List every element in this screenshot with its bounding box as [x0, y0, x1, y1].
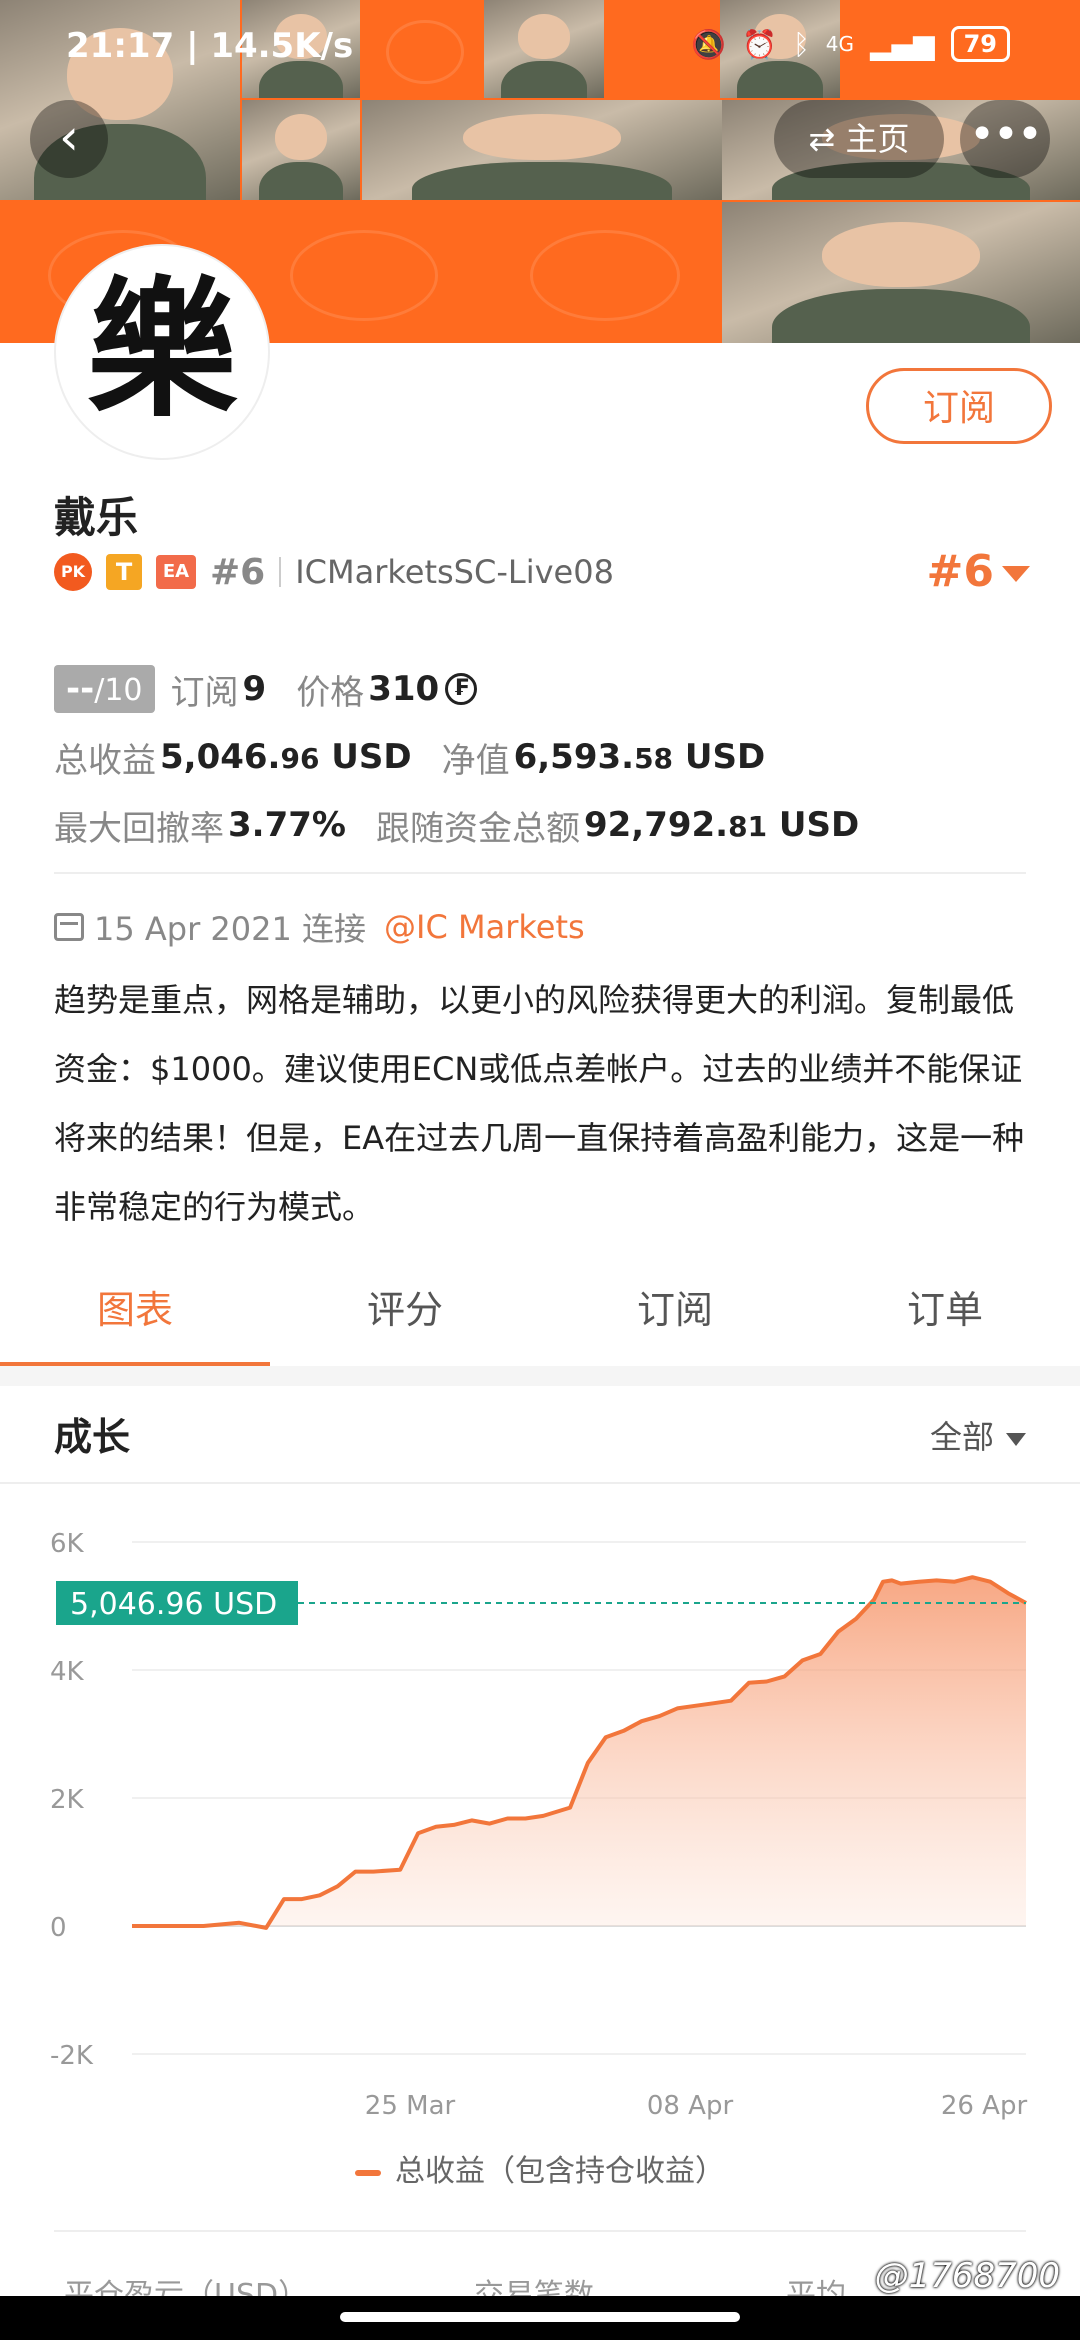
home-button[interactable]: ⇄ 主页	[774, 100, 944, 178]
calendar-icon	[54, 913, 84, 941]
section-title: 成长	[54, 1415, 131, 1459]
caret-down-icon	[1006, 1432, 1026, 1446]
section-spacer	[0, 1366, 1080, 1386]
more-icon: •••	[969, 109, 1043, 160]
mute-bell-icon: 🔕	[691, 27, 727, 61]
equity-value: 6,593.58 USD	[513, 737, 766, 777]
signal-icon: ▂▄▆	[869, 27, 935, 61]
status-time: 21:17 | 14.5K/s	[66, 26, 354, 66]
more-button[interactable]: •••	[960, 100, 1050, 178]
legend-swatch	[355, 2169, 381, 2176]
tab-subscriptions[interactable]: 订阅	[540, 1270, 810, 1366]
divider	[54, 872, 1026, 874]
avatar[interactable]: 樂	[56, 246, 268, 458]
x-tick-label: 26 Apr	[941, 2091, 1028, 2121]
status-bar: 21:17 | 14.5K/s 🔕 ⏰ ᛒ 4G ▂▄▆ 79	[0, 0, 1080, 96]
tab-orders[interactable]: 订单	[810, 1270, 1080, 1366]
banner-pattern	[242, 202, 480, 343]
subscriptions-value: 9	[242, 669, 267, 709]
range-selector[interactable]: 全部	[930, 1412, 1026, 1458]
server-name: ICMarketsSC-Live08	[295, 553, 614, 591]
coin-icon: ₣	[445, 673, 478, 705]
growth-chart[interactable]: 6K 4K 2K 0 -2K 25 Mar 08 Apr 26 Apr 5,046.96 U…	[0, 1490, 1080, 2130]
drawdown-value: 3.77%	[228, 805, 346, 845]
price-label: 价格	[296, 672, 365, 713]
broker-link[interactable]: @IC Markets	[384, 908, 585, 946]
y-tick-label: 2K	[50, 1785, 85, 1815]
banner-photo	[362, 100, 722, 200]
avatar-glyph: 樂	[86, 262, 237, 438]
banner-photo	[722, 202, 1080, 343]
growth-area	[132, 1577, 1026, 1928]
range-label: 全部	[929, 1418, 994, 1456]
price-value: 310	[368, 669, 440, 709]
banner-pattern	[482, 202, 722, 343]
banner-photo	[242, 100, 360, 200]
alarm-icon: ⏰	[742, 27, 777, 61]
back-icon: ‹	[59, 108, 79, 166]
badge-row: PK T EA #6 ICMarketsSC-Live08	[54, 550, 614, 594]
tab-bar: 图表 评分 订阅 订单	[0, 1270, 1080, 1368]
y-tick-label: 6K	[50, 1529, 85, 1559]
stats-row-1: --/10 订阅 9 价格 310 ₣	[54, 655, 1034, 723]
rank-selector[interactable]: #6	[927, 546, 1030, 597]
total-profit-label: 总收益	[54, 740, 156, 781]
tab-chart[interactable]: 图表	[0, 1270, 270, 1368]
home-indicator[interactable]	[340, 2312, 740, 2322]
total-profit-value: 5,046.96 USD	[160, 737, 412, 777]
caret-down-icon	[1002, 566, 1030, 582]
connect-date: 15 Apr 2021 连接	[94, 910, 367, 948]
battery-icon: 79	[950, 26, 1010, 62]
x-tick-label: 08 Apr	[647, 2091, 734, 2121]
rank-value: #6	[926, 546, 994, 597]
subscriptions-label: 订阅	[170, 672, 239, 713]
follow-funds-label: 跟随资金总额	[375, 808, 580, 849]
watermark: @1768700	[874, 2256, 1060, 2296]
y-tick-label: 0	[50, 1913, 67, 1943]
network-label: 4G	[825, 32, 854, 56]
score-scale: /10	[94, 673, 143, 708]
drawdown-label: 最大回撤率	[54, 808, 224, 849]
growth-section-header: 成长 全部	[0, 1386, 1080, 1484]
stats-panel: --/10 订阅 9 价格 310 ₣ 总收益 5,046.96 USD 净值 …	[54, 655, 1034, 859]
chart-legend: 总收益（包含持仓收益）	[0, 2146, 1080, 2190]
tab-rating[interactable]: 评分	[270, 1270, 540, 1366]
bluetooth-icon: ᛒ	[792, 27, 810, 61]
stats-row-3: 最大回撤率 3.77% 跟随资金总额 92,792.81 USD	[54, 791, 1034, 859]
divider	[54, 2230, 1026, 2232]
switch-icon: ⇄	[808, 120, 836, 158]
back-button[interactable]: ‹	[30, 100, 108, 178]
y-tick-label: -2K	[50, 2041, 94, 2071]
subscribe-button[interactable]: 订阅	[866, 368, 1052, 444]
rank-label: #6	[210, 551, 266, 593]
follow-funds-value: 92,792.81 USD	[583, 805, 860, 845]
ea-badge-icon[interactable]: EA	[156, 555, 196, 589]
status-icons: 🔕 ⏰ ᛒ 4G ▂▄▆ 79	[691, 26, 1010, 62]
current-value-label: 5,046.96 USD	[70, 1587, 277, 1622]
x-tick-label: 25 Mar	[365, 2091, 456, 2121]
score-value: --	[66, 669, 95, 709]
trader-name: 戴乐	[54, 493, 139, 542]
home-label: 主页	[845, 120, 910, 158]
score-badge: --/10	[54, 665, 155, 713]
equity-label: 净值	[441, 740, 510, 781]
t-badge-icon[interactable]: T	[106, 554, 142, 590]
connect-date-row: 15 Apr 2021 连接 @IC Markets	[54, 904, 585, 950]
y-tick-label: 4K	[50, 1657, 85, 1687]
pk-badge-icon[interactable]: PK	[54, 553, 92, 591]
legend-label: 总收益（包含持仓收益）	[395, 2154, 725, 2189]
system-nav-bar	[0, 2296, 1080, 2340]
divider	[279, 557, 282, 587]
strategy-description: 趋势是重点，网格是辅助，以更小的风险获得更大的利润。复制最低资金：$1000。建…	[54, 981, 1025, 1226]
stats-row-2: 总收益 5,046.96 USD 净值 6,593.58 USD	[54, 723, 1034, 791]
